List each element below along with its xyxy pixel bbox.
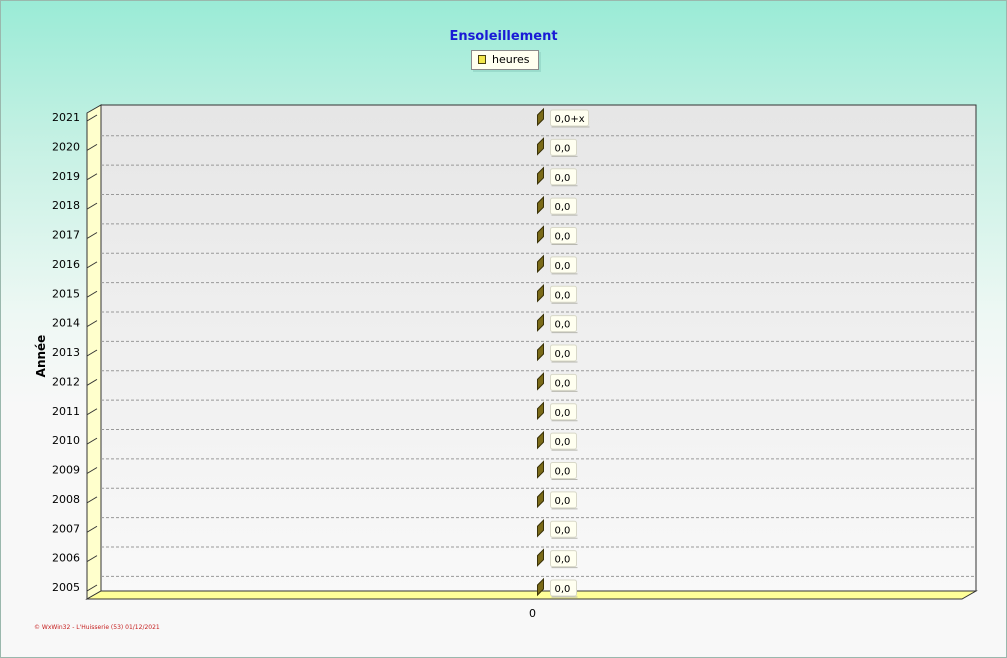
y-tick-label: 2021 [52,111,80,124]
data-label-text: 0,0 [555,584,571,595]
legend: heures [471,50,539,70]
data-label-text: 0,0 [555,349,571,360]
chart-title: Ensoleillement [449,29,558,44]
y-tick-label: 2014 [52,317,80,330]
data-label-text: 0,0+x [555,114,585,125]
data-label-text: 0,0 [555,173,571,184]
y-tick-label: 2020 [52,140,80,153]
data-label-text: 0,0 [555,232,571,243]
data-label-text: 0,0 [555,202,571,213]
y-tick-label: 2013 [52,346,80,359]
data-label: 0,0 [550,197,578,216]
data-label-text: 0,0 [555,408,571,419]
data-label: 0,0 [550,403,578,422]
y-axis-label: Année [34,334,48,378]
data-label: 0,0+x [550,109,590,128]
data-label: 0,0 [550,373,578,392]
data-label-text: 0,0 [555,290,571,301]
data-label: 0,0 [550,227,578,245]
legend-swatch-icon [478,55,486,64]
data-label: 0,0 [550,256,578,275]
data-label-text: 0,0 [555,467,571,478]
y-tick-label: 2015 [52,287,80,300]
data-label-text: 0,0 [555,261,571,272]
data-label-text: 0,0 [555,496,571,507]
data-label: 0,0 [550,491,578,510]
x-tick-label: 0 [529,607,536,620]
chart-plot: 2021 2020 2019 2018 2017 2016 2015 2014 2013 2012… [52,104,978,620]
y-tick-label: 2017 [52,229,80,242]
data-label-text: 0,0 [555,525,571,536]
data-label-text: 0,0 [555,378,571,389]
y-tick-label: 2011 [52,405,80,418]
y-tick-label: 2018 [52,199,80,212]
data-label: 0,0 [550,168,578,187]
data-label-text: 0,0 [555,143,571,154]
data-label-text: 0,0 [555,555,571,566]
data-label: 0,0 [550,432,578,451]
legend-label: heures [492,53,530,66]
plot-floor [85,590,978,600]
data-label: 0,0 [550,285,578,304]
data-label-text: 0,0 [555,437,571,448]
y-tick-label: 2012 [52,375,80,388]
data-label-text: 0,0 [555,320,571,331]
data-label: 0,0 [550,520,578,539]
data-label: 0,0 [550,462,578,480]
y-tick-label: 2009 [52,464,80,477]
y-tick-label: 2007 [52,522,80,535]
y-tick-label: 2008 [52,493,80,506]
data-label: 0,0 [550,344,578,363]
data-label: 0,0 [550,579,578,598]
y-tick-label: 2019 [52,170,80,183]
y-tick-label: 2006 [52,552,80,565]
y-tick-label: 2016 [52,258,80,271]
footer-credit: © WxWin32 - L'Huisserie (53) 01/12/2021 [34,624,160,631]
data-label: 0,0 [550,550,578,569]
data-label: 0,0 [550,138,578,157]
y-tick-label: 2005 [52,581,80,594]
data-label: 0,0 [550,315,578,334]
y-tick-label: 2010 [52,434,80,447]
chart-window: 2021 2020 2019 2018 2017 2016 2015 2014 2013 2012… [0,0,1007,658]
